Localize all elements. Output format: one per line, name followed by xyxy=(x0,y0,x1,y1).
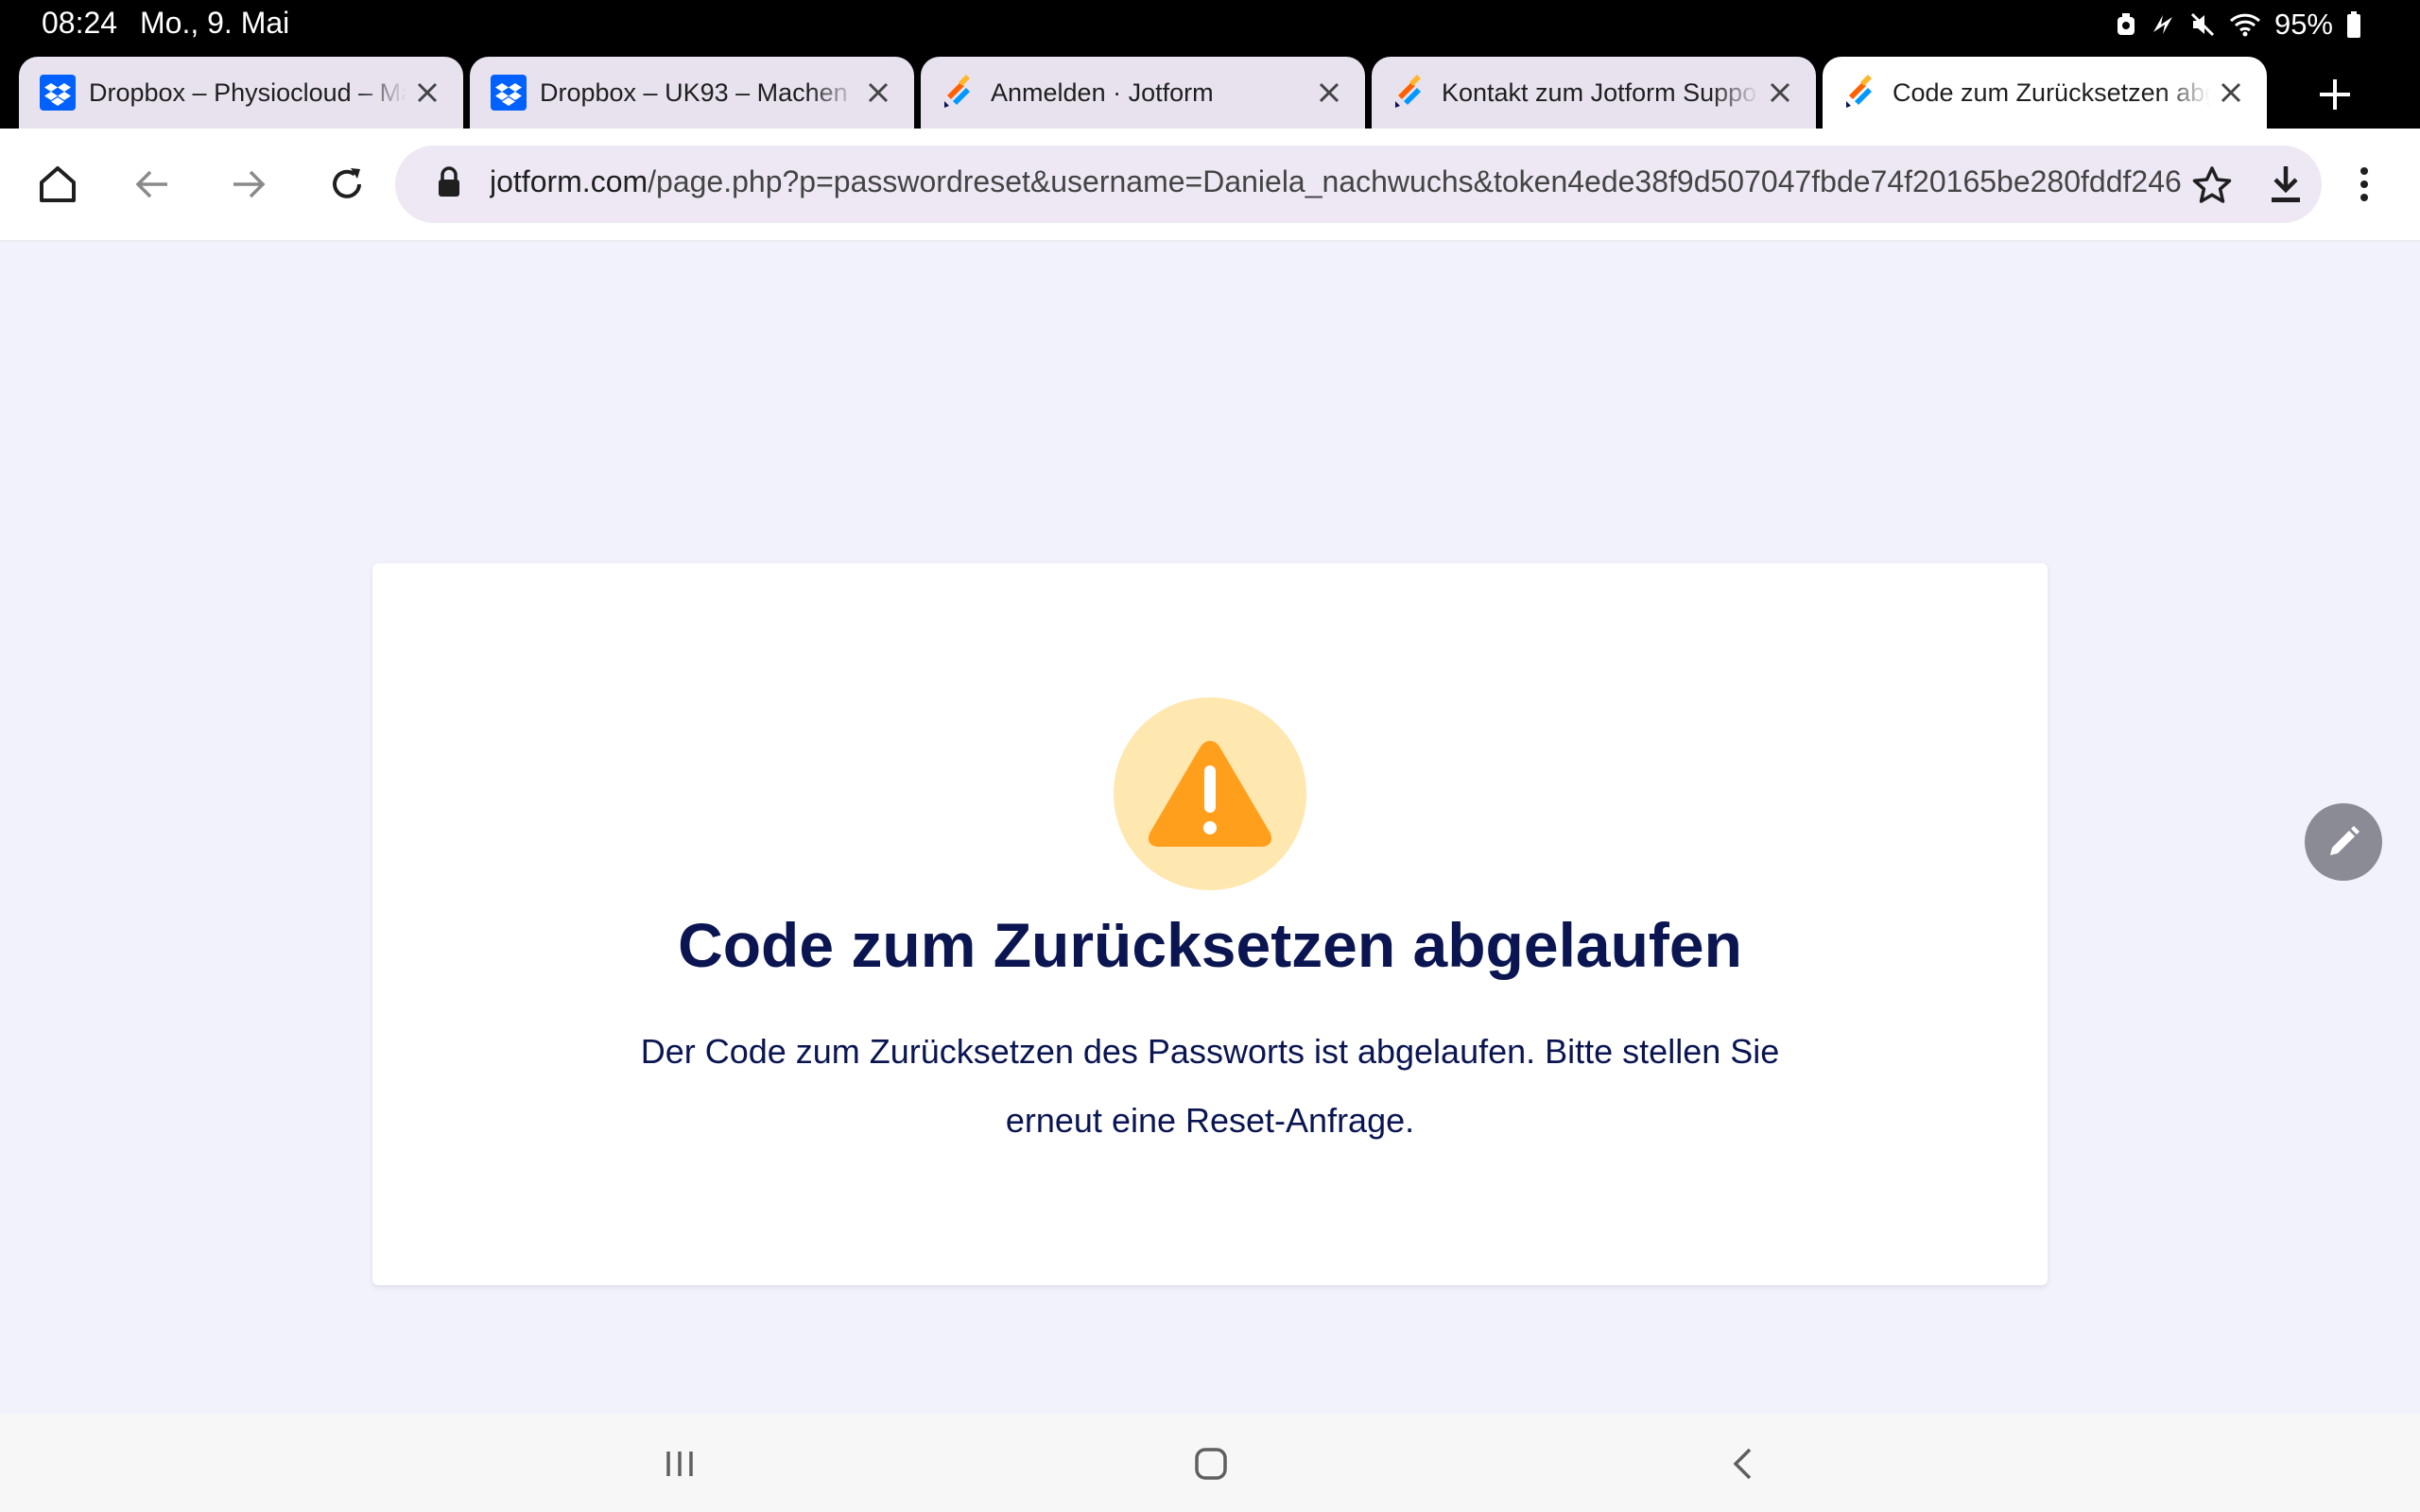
status-date: Mo., 9. Mai xyxy=(140,6,290,40)
download-button[interactable] xyxy=(2257,155,2314,214)
chevron-left-icon xyxy=(1733,1448,1752,1480)
tab-title: Dropbox – Physiocloud – Machen Sie mehr xyxy=(89,77,406,107)
reload-button[interactable] xyxy=(318,155,376,214)
home-circle-icon xyxy=(1195,1448,1227,1480)
browser-toolbar: jotform.com/page.php?p=passwordreset&use… xyxy=(0,129,2420,242)
jotform-icon xyxy=(944,75,970,108)
warning-badge xyxy=(1114,697,1306,890)
tab-strip: Dropbox – Physiocloud – Machen Sie mehr … xyxy=(0,49,2420,129)
home-button[interactable] xyxy=(28,155,87,214)
jotform-icon xyxy=(1846,75,1872,108)
star-icon xyxy=(2192,166,2232,203)
home-icon xyxy=(40,166,76,202)
url-path: /page.php?p=passwordreset&username=Danie… xyxy=(648,164,2182,198)
arrow-left-icon xyxy=(135,170,167,198)
plus-icon xyxy=(2320,79,2350,110)
page-content: Code zum Zurücksetzen abgelaufen Der Cod… xyxy=(0,242,2420,1414)
system-nav-bar xyxy=(0,1414,2420,1512)
tab-dropbox-physiocloud[interactable]: Dropbox – Physiocloud – Machen Sie mehr xyxy=(19,57,463,129)
alarm-icon xyxy=(2117,13,2135,35)
jotform-icon xyxy=(1395,75,1421,108)
tab-dropbox-uk93[interactable]: Dropbox – UK93 – Machen Sie mehr xyxy=(470,57,914,129)
error-message: Der Code zum Zurücksetzen des Passworts … xyxy=(640,1032,1780,1140)
close-tab-icon[interactable] xyxy=(1759,72,1801,113)
close-tab-icon[interactable] xyxy=(857,72,899,113)
tab-title: Kontakt zum Jotform Support xyxy=(1442,77,1759,107)
back-nav-button[interactable] xyxy=(1709,1435,1775,1493)
recent-apps-button[interactable] xyxy=(647,1435,713,1493)
tab-title: Dropbox – UK93 – Machen Sie mehr xyxy=(540,77,857,107)
status-icons: 95% xyxy=(2116,6,2361,43)
battery-percentage: 95% xyxy=(2273,8,2333,41)
recents-icon xyxy=(666,1452,693,1476)
mute-icon xyxy=(2190,12,2215,37)
new-tab-button[interactable] xyxy=(2308,68,2361,121)
url-host: jotform.com xyxy=(490,164,648,198)
menu-button[interactable] xyxy=(2341,155,2388,214)
error-card: Code zum Zurücksetzen abgelaufen Der Cod… xyxy=(372,563,2048,1285)
download-icon xyxy=(2272,166,2300,202)
arrow-right-icon xyxy=(233,170,266,198)
address-bar[interactable]: jotform.com/page.php?p=passwordreset&use… xyxy=(395,146,2322,223)
dropbox-icon xyxy=(491,75,527,111)
page-title: Code zum Zurücksetzen abgelaufen xyxy=(678,910,1742,980)
close-tab-icon[interactable] xyxy=(406,72,448,113)
tab-jotform-support[interactable]: Kontakt zum Jotform Support xyxy=(1372,57,1816,129)
battery-icon xyxy=(2347,11,2360,38)
forward-button[interactable] xyxy=(219,155,278,214)
back-button[interactable] xyxy=(123,155,182,214)
url-text: jotform.com/page.php?p=passwordreset&use… xyxy=(490,164,2182,199)
status-time: 08:24 xyxy=(42,6,118,40)
warning-icon xyxy=(1149,741,1271,847)
bookmark-button[interactable] xyxy=(2187,161,2237,210)
tab-jotform-login[interactable]: Anmelden · Jotform xyxy=(921,57,1365,129)
edit-button[interactable] xyxy=(2305,803,2382,881)
dropbox-icon xyxy=(40,75,76,111)
reload-icon xyxy=(333,168,361,198)
close-tab-icon[interactable] xyxy=(2210,72,2252,113)
close-tab-icon[interactable] xyxy=(1308,72,1350,113)
home-nav-button[interactable] xyxy=(1178,1435,1244,1493)
tab-title: Code zum Zurücksetzen abgelaufen xyxy=(1893,77,2210,107)
tab-title: Anmelden · Jotform xyxy=(991,77,1214,107)
status-bar: 08:24 Mo., 9. Mai 95% xyxy=(0,0,2420,49)
pencil-icon xyxy=(2330,826,2360,855)
more-vert-icon xyxy=(2360,167,2368,201)
nfc-icon xyxy=(2152,15,2172,34)
tab-code-expired[interactable]: Code zum Zurücksetzen abgelaufen xyxy=(1823,57,2267,129)
wifi-icon xyxy=(2229,13,2260,37)
lock-icon xyxy=(439,166,459,197)
